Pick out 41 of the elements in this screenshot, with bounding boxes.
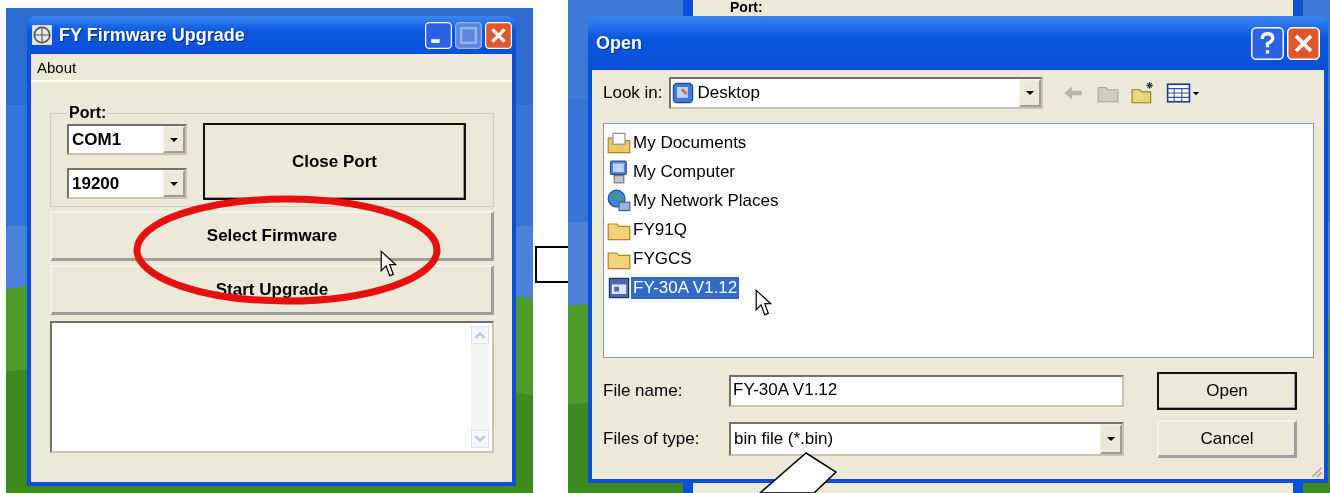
group-label: Port:	[68, 104, 108, 122]
dropdown-arrow-icon	[169, 180, 179, 187]
file-item[interactable]: FYGCS	[631, 247, 694, 270]
file-item[interactable]: FY-30A V1.12	[631, 276, 740, 299]
dropdown-arrow-icon	[1024, 90, 1035, 96]
help-button[interactable]	[1251, 26, 1284, 60]
close-button[interactable]	[1287, 26, 1320, 60]
window-title: FY Firmware Upgrade	[59, 24, 245, 46]
dialog-title: Open	[596, 32, 642, 54]
new-folder-icon[interactable]	[1130, 81, 1155, 105]
baud-dropdown[interactable]: 19200	[67, 168, 187, 199]
port-dropdown[interactable]: COM1	[67, 124, 187, 155]
dialog-button[interactable]: Cancel	[1157, 420, 1297, 458]
dropdown-arrow-icon	[169, 136, 179, 143]
dialog-button[interactable]: Open	[1157, 372, 1297, 410]
menu-item[interactable]: About	[37, 58, 77, 76]
app-logo-icon	[31, 24, 53, 46]
desktop-icon	[670, 81, 695, 105]
mouse-pointer-icon	[755, 289, 772, 316]
file-name-field[interactable]: FY-30A V1.12	[729, 375, 1124, 407]
file-item[interactable]: My Computer	[631, 160, 738, 183]
look-in-label: Look in:	[603, 83, 663, 103]
resize-grip-icon	[1309, 464, 1323, 478]
group-label: Port:	[730, 0, 763, 15]
dropdown-arrow-icon	[1106, 436, 1116, 442]
close-port-button[interactable]: Close Port	[203, 123, 466, 200]
documents-folder-icon	[607, 130, 631, 155]
close-button[interactable]	[485, 21, 512, 49]
file-item[interactable]: My Network Places	[631, 189, 781, 212]
view-menu-icon[interactable]	[1165, 81, 1202, 105]
file-name-label: File name:	[603, 381, 684, 401]
network-globe-icon	[607, 188, 631, 213]
minimize-button[interactable]	[425, 21, 452, 49]
file-icon	[607, 275, 631, 300]
file-item[interactable]: My Documents	[631, 131, 749, 154]
file-type-label: Files of type:	[603, 429, 701, 449]
callout-box	[535, 246, 568, 283]
file-item[interactable]: FY91Q	[631, 218, 689, 241]
mouse-pointer-icon	[380, 250, 397, 277]
action-button[interactable]: Select Firmware	[50, 211, 494, 261]
look-in-dropdown[interactable]: Desktop	[668, 77, 1043, 109]
